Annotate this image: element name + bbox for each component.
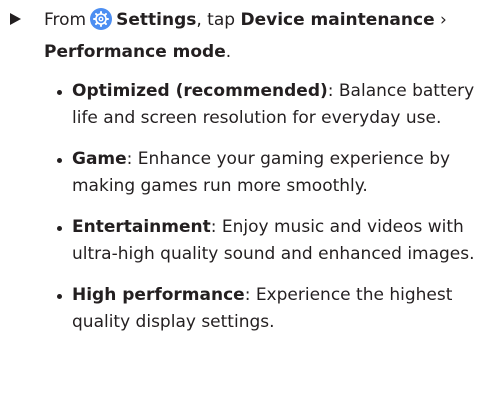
list-item-high-performance: High performance: Experience the highest… (56, 282, 496, 336)
option-term: High performance (72, 285, 245, 305)
bullet-dot-icon (57, 226, 62, 231)
bullet-dot-icon (57, 158, 62, 163)
bullet-dot-icon (57, 90, 62, 95)
settings-label: Settings (116, 10, 197, 30)
path-separator: › (440, 10, 447, 30)
option-description: : Enhance your gaming experience by maki… (72, 149, 451, 196)
step-arrow-icon (10, 13, 21, 25)
option-term: Optimized (recommended) (72, 81, 328, 101)
bullet-dot-icon (57, 294, 62, 299)
step-suffix: . (225, 42, 232, 62)
performance-mode-options-list: Optimized (recommended): Balance battery… (56, 78, 496, 350)
option-term: Entertainment (72, 217, 211, 237)
device-maintenance-label: Device maintenance (240, 10, 435, 30)
settings-gear-icon (90, 8, 113, 30)
performance-mode-label: Performance mode (44, 42, 226, 62)
option-term: Game (72, 149, 127, 169)
list-item-optimized: Optimized (recommended): Balance battery… (56, 78, 496, 132)
step-text: From Settings, tap Device maintenance › Pe… (44, 4, 494, 68)
list-item-entertainment: Entertainment: Enjoy music and videos wi… (56, 214, 496, 268)
step-prefix: From (44, 10, 87, 30)
list-item-game: Game: Enhance your gaming experience by … (56, 146, 496, 200)
tap-text: , tap (196, 10, 236, 30)
